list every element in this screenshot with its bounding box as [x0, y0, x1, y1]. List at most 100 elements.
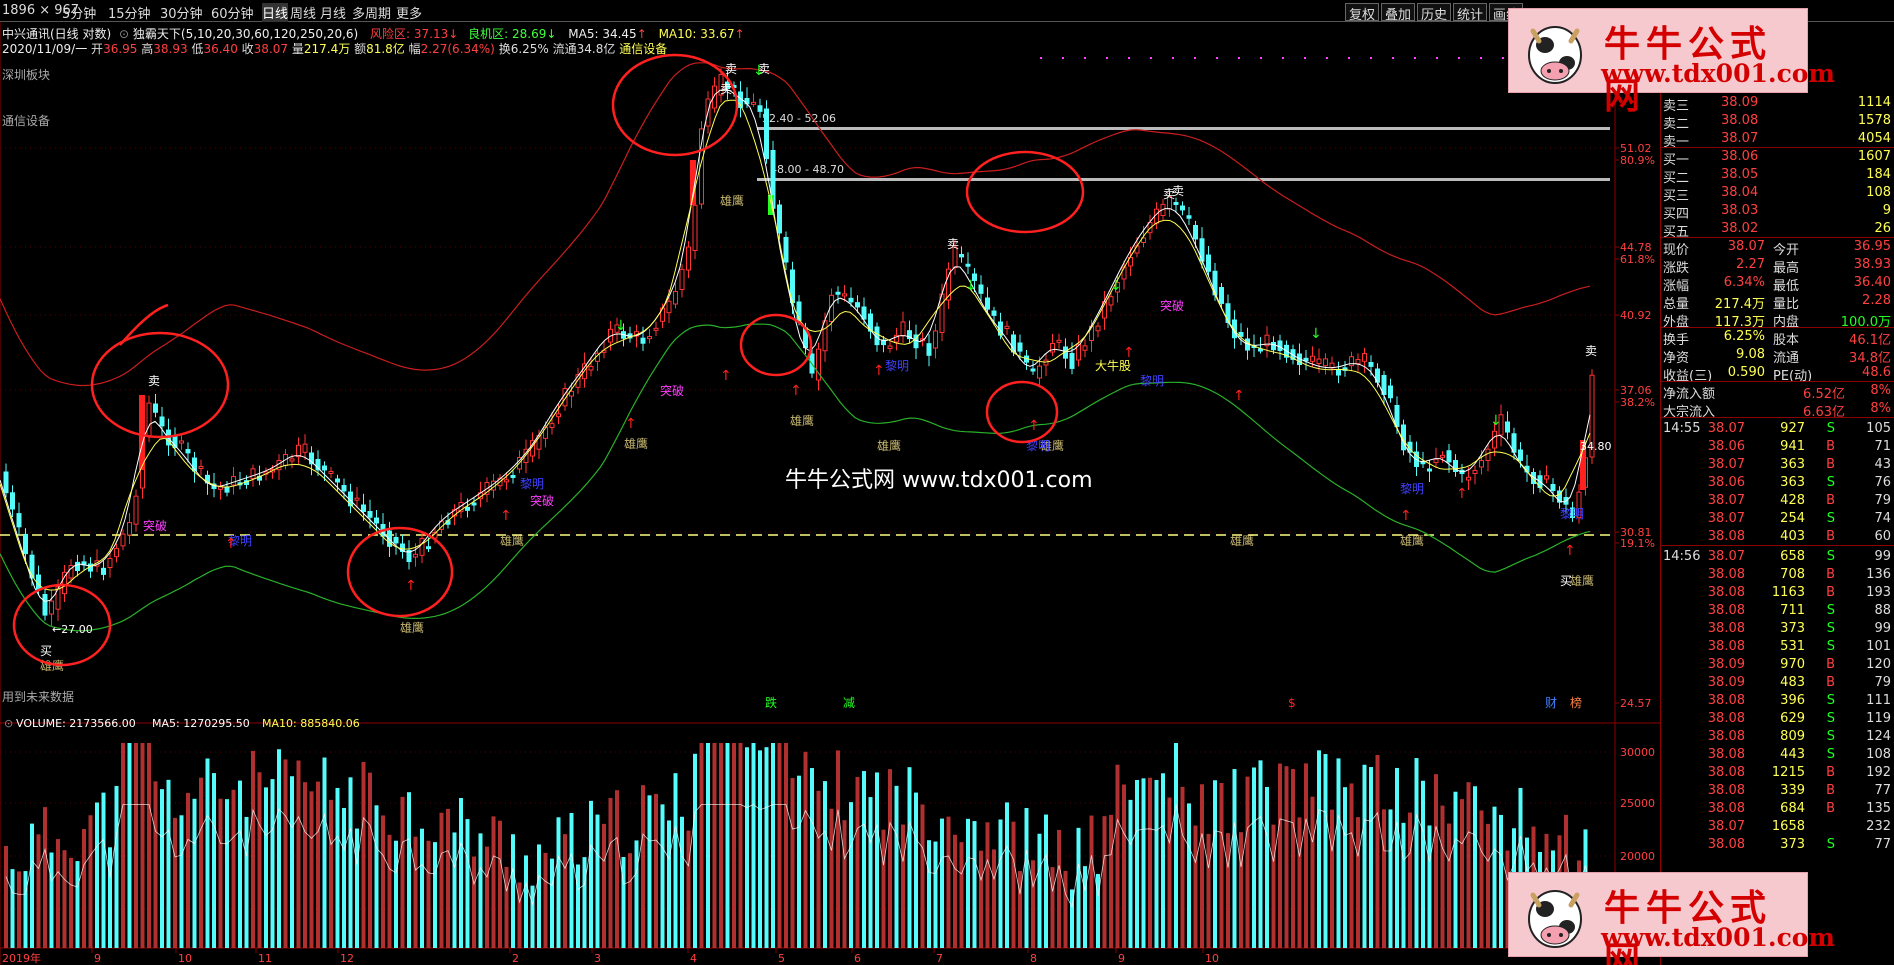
volume-bar-up: [1089, 815, 1094, 948]
volume-bar-up: [641, 785, 645, 948]
marker-dot: [1238, 57, 1240, 59]
candle-up: [250, 468, 256, 479]
tick-row-cell: 38.07: [1707, 819, 1745, 834]
volume-bar-down: [667, 820, 671, 948]
volume-bar-down: [823, 781, 827, 948]
volume-bar-down: [647, 795, 652, 948]
volume-bar-up: [1102, 816, 1107, 948]
volume-bar-up: [43, 807, 47, 948]
signal-hero: 雄鹰: [1230, 533, 1254, 548]
signal-buy: 买: [40, 644, 52, 658]
tick-row-cell: 809: [1780, 729, 1805, 744]
kline-chart[interactable]: 51.0280.9%44.7861.8%40.9237.0638.2%30.81…: [0, 0, 1660, 965]
marker-dot: [1194, 57, 1196, 59]
xaxis-label: 9: [94, 952, 101, 965]
volume-bar-down: [192, 798, 197, 948]
volume-bar-up: [888, 769, 892, 948]
candle-down: [426, 546, 431, 550]
candle-down: [374, 517, 379, 524]
candle-up: [1362, 353, 1367, 362]
volume-bar-down: [569, 812, 574, 948]
volume-bar-up: [361, 761, 366, 948]
flow-row-cell: 8%: [1870, 401, 1891, 416]
volume-bar-down: [205, 758, 210, 948]
volume-bar-up: [491, 816, 496, 948]
tick-row-cell: 232: [1866, 819, 1891, 834]
candle-down: [1180, 205, 1185, 211]
tick-row: 38.07 927 S 105: [1661, 420, 1894, 438]
volume-bar-down: [1154, 779, 1159, 948]
volume-bar-up: [1349, 783, 1354, 948]
candle-up: [900, 321, 906, 336]
stat-row-cell: 2.28: [1862, 293, 1891, 308]
price-axis-label: 19.1%: [1620, 537, 1655, 550]
candle-down: [367, 511, 373, 518]
tick-row-cell: 927: [1780, 421, 1805, 436]
volume-bar-up: [1245, 776, 1250, 948]
volume-bar-up: [836, 750, 840, 948]
tick-row-cell: S: [1826, 549, 1835, 564]
candle-down: [835, 291, 841, 295]
volume-bar-down: [1323, 754, 1328, 948]
signal-down-arrow: ↓: [615, 318, 627, 334]
zone-bar: [757, 178, 1610, 181]
volume-bar-up: [1297, 817, 1302, 948]
candle-up: [328, 470, 334, 474]
signal-hero: 雄鹰: [790, 413, 814, 428]
candle-up: [231, 476, 236, 486]
candle-up: [1433, 458, 1439, 464]
candle-up: [653, 327, 659, 331]
volume-bar-up: [1148, 777, 1152, 948]
volume-bar-down: [1453, 791, 1458, 948]
price-axis-label: 40.92: [1620, 309, 1652, 322]
candle-up: [198, 465, 204, 469]
candle-down: [640, 337, 646, 344]
stat-row-cell: 2.27: [1736, 257, 1765, 272]
signal-hero: 雄鹰: [720, 193, 744, 208]
volume-bar-up: [1271, 824, 1276, 948]
candle-down: [341, 485, 347, 492]
bid-row-cell: 184: [1866, 167, 1891, 182]
volume-bar-up: [628, 853, 632, 948]
volume-bar-up: [829, 808, 834, 948]
signal-hero: 雄鹰: [400, 620, 424, 635]
candle-down: [224, 486, 230, 493]
signal-breakout: 突破: [143, 518, 167, 533]
marker-dot: [1260, 57, 1262, 59]
ask-row-cell: 4054: [1857, 131, 1891, 146]
volume-bar-up: [134, 743, 138, 948]
volume-bar-up: [303, 782, 307, 948]
ad-url: www.tdx001.com: [1601, 923, 1835, 952]
tick-bang: 榜: [1570, 695, 1582, 710]
candle-up: [1095, 325, 1101, 332]
volume-bar-up: [816, 790, 821, 948]
signal-dawn: 黎明: [520, 477, 544, 491]
candle-up: [1323, 358, 1328, 367]
tick-row-cell: 38.08: [1707, 585, 1745, 600]
volume-bar-up: [1050, 867, 1055, 948]
tick-row-cell: 629: [1780, 711, 1805, 726]
signal-breakout: 突破: [530, 493, 554, 508]
signal-up-arrow: ↑: [500, 508, 512, 524]
bottom-ad-banner[interactable]: 牛牛公式网 www.tdx001.com: [1508, 872, 1835, 965]
tick-row-cell: 711: [1780, 603, 1805, 618]
top-ad-banner[interactable]: 牛牛公式网 www.tdx001.com: [1508, 8, 1835, 117]
candle-up: [1316, 358, 1322, 364]
zone-bar: [757, 127, 1610, 130]
xaxis-label: 7: [936, 952, 943, 965]
tick-row-cell: 108: [1866, 747, 1891, 762]
candle-up: [1349, 356, 1354, 367]
tick-row-cell: 1215: [1771, 765, 1805, 780]
candle-up: [1440, 454, 1445, 458]
volume-bar-up: [686, 830, 691, 948]
tick-row: 38.08 339 B 77: [1661, 782, 1894, 800]
volume-bar-up: [1304, 763, 1308, 948]
candle-up: [1004, 325, 1010, 329]
tick-row: 38.08 373 S 99: [1661, 620, 1894, 638]
volume-bar-up: [426, 840, 431, 948]
tick-row-cell: 105: [1866, 421, 1891, 436]
bid-row-cell: 38.05: [1721, 167, 1759, 182]
tick-row-cell: 38.08: [1707, 837, 1745, 852]
volume-bar-down: [1076, 827, 1081, 948]
tick-row-cell: S: [1826, 711, 1835, 726]
